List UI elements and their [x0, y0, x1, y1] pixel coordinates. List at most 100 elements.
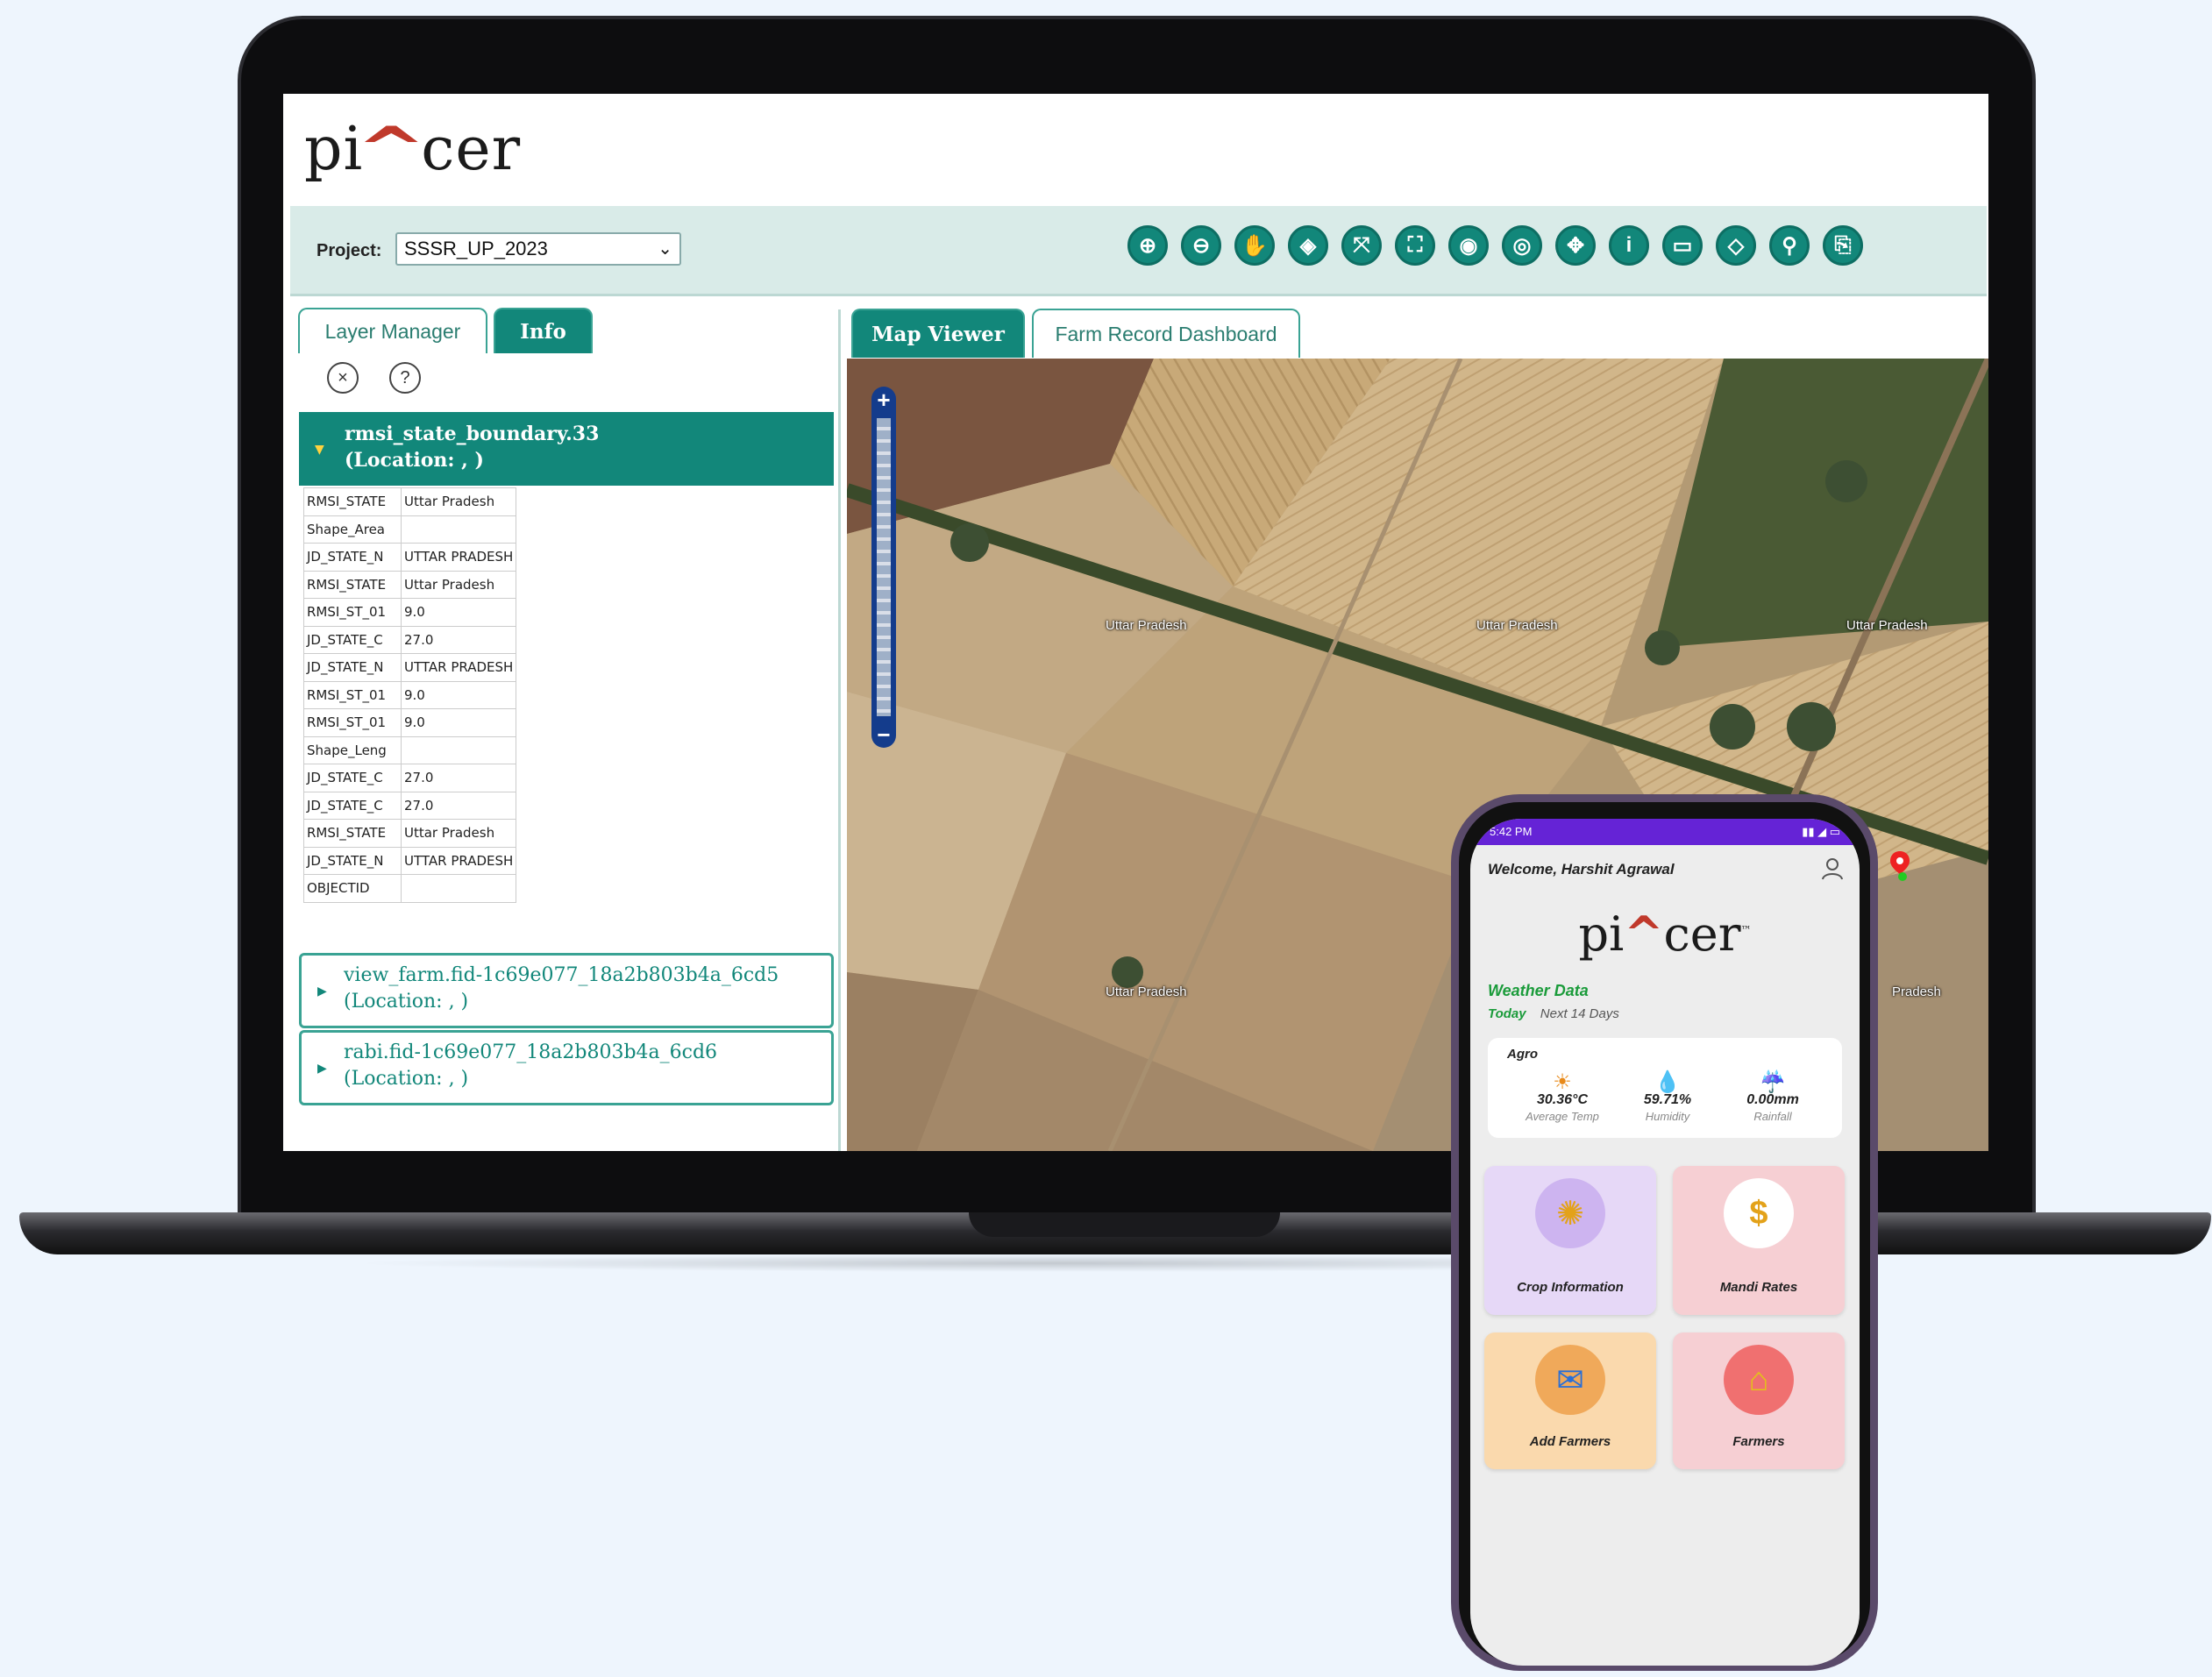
info-icon: i	[1625, 233, 1632, 257]
measure-tool-button[interactable]: ▭	[1662, 225, 1703, 266]
eraser-icon: ◇	[1727, 233, 1745, 258]
tab-info[interactable]: Info	[494, 308, 593, 353]
attribute-value	[400, 874, 517, 903]
welcome-text: Welcome, Harshit Agrawal	[1488, 861, 1675, 878]
attribute-key: JD_STATE_C	[303, 764, 402, 792]
attribute-key: JD_STATE_C	[303, 625, 402, 654]
app-logo: pi^cer	[304, 115, 522, 184]
map-label: Uttar Pradesh	[1106, 984, 1187, 999]
pan-hand-tool-button[interactable]: ✋	[1234, 225, 1275, 266]
chevron-right-icon: ▶	[317, 984, 327, 998]
search-tool-button[interactable]: ⚲	[1769, 225, 1810, 266]
table-row: JD_STATE_C 27.0	[303, 791, 517, 820]
tile-mandi-rates[interactable]: $ Mandi Rates	[1673, 1166, 1845, 1315]
zoom-in-button[interactable]: +	[871, 388, 896, 413]
search-icon: ⚲	[1782, 233, 1797, 258]
zoom-out-button[interactable]: −	[871, 723, 896, 748]
attribute-value: 9.0	[400, 708, 517, 737]
farm-house-icon: ⌂	[1724, 1345, 1794, 1415]
zoom-out-tool-button[interactable]: ⊖	[1181, 225, 1221, 266]
feature-title: rmsi_state_boundary.33	[345, 423, 600, 445]
user-profile-icon[interactable]	[1821, 857, 1844, 880]
chevron-down-icon: ▼	[315, 443, 324, 457]
table-row: JD_STATE_C 27.0	[303, 764, 517, 792]
crop-badge-icon: ✺	[1535, 1178, 1605, 1248]
tab-today[interactable]: Today	[1488, 1006, 1526, 1021]
feature-title: rabi.fid-1c69e077_18a2b803b4a_6cd6	[344, 1041, 718, 1063]
fit-view-tool-button[interactable]: ✥	[1555, 225, 1596, 266]
status-bar: 5:42 PM ▮▮ ◢ ▭	[1470, 819, 1860, 845]
zoom-to-extent-tool-button[interactable]: ⤧	[1341, 225, 1382, 266]
attribute-value: UTTAR PRADESH	[400, 543, 517, 572]
tile-farmers[interactable]: ⌂ Farmers	[1673, 1332, 1845, 1469]
project-label: Project:	[317, 241, 382, 260]
attribute-key: Shape_Area	[303, 515, 402, 544]
table-row: JD_STATE_N UTTAR PRADESH	[303, 653, 517, 682]
attribute-key: JD_STATE_N	[303, 653, 402, 682]
tab-map-viewer[interactable]: Map Viewer	[851, 309, 1025, 358]
project-select[interactable]: SSSR_UP_2023 ⌄	[395, 232, 681, 266]
attribute-value: 27.0	[400, 625, 517, 654]
humidity-drop-icon: 💧	[1654, 1070, 1681, 1094]
info-tool-button[interactable]: i	[1609, 225, 1649, 266]
table-row: Shape_Leng	[303, 735, 517, 764]
layers-tool-button[interactable]: ◈	[1288, 225, 1328, 266]
map-toolbar: Project: SSSR_UP_2023 ⌄ ⊕ ⊖ ✋ ◈ ⤧ ⛶ ◉ ◎ ✥ i ▭ ◇ ⚲ ⎘	[290, 206, 1987, 296]
attribute-value: 27.0	[400, 764, 517, 792]
feature-item-rabi[interactable]: ▶ rabi.fid-1c69e077_18a2b803b4a_6cd6 (Lo…	[299, 1030, 834, 1105]
table-row: RMSI_STATE Uttar Pradesh	[303, 570, 517, 599]
feature-item-view-farm[interactable]: ▶ view_farm.fid-1c69e077_18a2b803b4a_6cd…	[299, 953, 834, 1028]
attribute-key: RMSI_ST_01	[303, 598, 402, 627]
map-label: Uttar Pradesh	[1846, 618, 1928, 633]
attribute-key: RMSI_STATE	[303, 819, 402, 848]
zoom-track[interactable]	[877, 418, 891, 716]
close-icon[interactable]: ×	[327, 362, 359, 394]
pan-hand-icon: ✋	[1241, 233, 1268, 258]
feature-title: view_farm.fid-1c69e077_18a2b803b4a_6cd5	[344, 964, 779, 986]
fit-view-icon: ✥	[1566, 233, 1585, 258]
chat-add-icon: ✉	[1535, 1345, 1605, 1415]
table-row: RMSI_ST_01 9.0	[303, 708, 517, 737]
chevron-right-icon: ▶	[317, 1062, 327, 1076]
tile-add-farmers[interactable]: ✉ Add Farmers	[1484, 1332, 1656, 1469]
zoom-next-tool-button[interactable]: ◎	[1502, 225, 1542, 266]
agro-weather-card: Agro ☀ 30.36°C Average Temp 💧 59.71% Hum…	[1488, 1038, 1842, 1138]
attribute-key: OBJECTID	[303, 874, 402, 903]
mobile-app-logo: pi^cer™	[1578, 906, 1752, 962]
attribute-key: JD_STATE_N	[303, 543, 402, 572]
attribute-value: 9.0	[400, 598, 517, 627]
tile-crop-information[interactable]: ✺ Crop Information	[1484, 1166, 1656, 1315]
attribute-value: Uttar Pradesh	[400, 819, 517, 848]
help-icon[interactable]: ?	[389, 362, 421, 394]
weather-tabs: Today Next 14 Days	[1488, 1006, 1619, 1021]
table-row: RMSI_ST_01 9.0	[303, 680, 517, 709]
full-extent-tool-button[interactable]: ⛶	[1395, 225, 1435, 266]
status-time: 5:42 PM	[1490, 825, 1533, 838]
stat-average-temp: ☀ 30.36°C Average Temp	[1514, 1069, 1611, 1123]
attribute-value: Uttar Pradesh	[400, 487, 517, 516]
tab-layer-manager[interactable]: Layer Manager	[298, 308, 487, 353]
attribute-value: 9.0	[400, 680, 517, 709]
zoom-in-icon: ⊕	[1138, 233, 1157, 258]
attribute-key: JD_STATE_N	[303, 846, 402, 875]
export-icon: ⎘	[1834, 233, 1852, 257]
eraser-tool-button[interactable]: ◇	[1716, 225, 1756, 266]
attribute-value: 27.0	[400, 791, 517, 820]
export-tool-button[interactable]: ⎘	[1823, 225, 1863, 266]
map-pin-icon[interactable]	[1890, 851, 1910, 881]
table-row: RMSI_STATE Uttar Pradesh	[303, 819, 517, 848]
map-zoom-slider[interactable]: + −	[871, 387, 896, 748]
zoom-out-icon: ⊖	[1191, 233, 1211, 258]
attribute-key: Shape_Leng	[303, 735, 402, 764]
attribute-key: RMSI_STATE	[303, 570, 402, 599]
zoom-previous-tool-button[interactable]: ◉	[1448, 225, 1489, 266]
selected-feature-header[interactable]: ▼ rmsi_state_boundary.33 (Location: , )	[299, 412, 834, 486]
table-row: OBJECTID	[303, 874, 517, 903]
table-row: JD_STATE_N UTTAR PRADESH	[303, 846, 517, 875]
zoom-next-icon: ◎	[1512, 233, 1532, 258]
attribute-table: RMSI_STATE Uttar Pradesh Shape_Area JD_STAT…	[303, 487, 517, 903]
tab-farm-record-dashboard[interactable]: Farm Record Dashboard	[1032, 309, 1300, 358]
zoom-in-tool-button[interactable]: ⊕	[1127, 225, 1168, 266]
table-row: RMSI_STATE Uttar Pradesh	[303, 487, 517, 516]
tab-next-14-days[interactable]: Next 14 Days	[1540, 1006, 1619, 1021]
